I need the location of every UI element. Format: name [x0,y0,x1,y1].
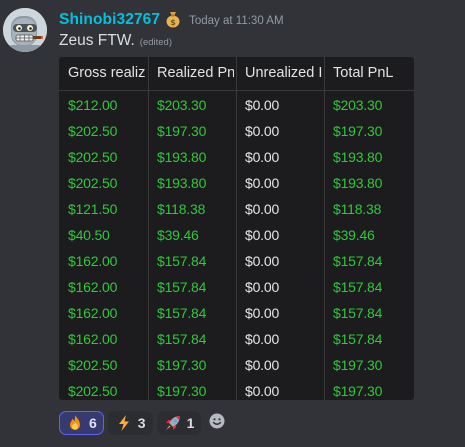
reaction-rocket[interactable]: 1 [156,411,202,435]
table-cell: $0.00 [245,305,280,321]
table-cell: $212.00 [68,97,118,113]
table-cell: $193.80 [157,149,207,165]
column-header: Gross realized [68,65,146,81]
lightning-icon [115,414,133,432]
table-cell: $197.30 [157,357,207,373]
table-cell: $0.00 [245,357,280,373]
timestamp: Today at 11:30 AM [189,15,284,27]
smiley-add-icon [208,412,226,434]
column-divider [236,57,237,400]
table-cell: $0.00 [245,279,280,295]
table-cell: $157.84 [157,331,207,347]
table-cell: $157.84 [157,253,207,269]
table-cell: $193.80 [333,149,383,165]
table-cell: $162.00 [68,331,118,347]
table-cell: $0.00 [245,253,280,269]
reaction-fire[interactable]: 6 [59,411,104,435]
table-cell: $157.84 [333,279,383,295]
reaction-count: 3 [137,415,146,431]
table-cell: $0.00 [245,149,280,165]
rocket-icon [164,414,182,432]
image-attachment[interactable]: Gross realized Realized Pn Unrealized I Tot… [59,57,414,400]
chat-message: Shinobi32767 $ Today at 11:30 AM Zeus FT… [0,0,465,447]
header-divider [59,90,414,91]
table-cell: $202.50 [68,357,118,373]
table-cell: $39.46 [333,227,375,243]
table-cell: $202.50 [68,175,118,191]
reactions-bar: 6 3 1 [59,411,229,435]
table-cell: $162.00 [68,305,118,321]
table-cell: $197.30 [157,383,207,399]
edited-label: (edited) [139,37,173,48]
table-cell: $193.80 [157,175,207,191]
table-cell: $0.00 [245,201,280,217]
avatar[interactable] [3,8,47,52]
table-cell: $157.84 [157,305,207,321]
message-text: Zeus FTW. [59,32,135,49]
table-cell: $197.30 [157,123,207,139]
table-cell: $121.50 [68,201,118,217]
table-cell: $157.84 [157,279,207,295]
column-divider [148,57,149,400]
table-cell: $0.00 [245,175,280,191]
table-cell: $193.80 [333,175,383,191]
table-cell: $202.50 [68,149,118,165]
reaction-lightning[interactable]: 3 [107,411,153,435]
fire-icon [66,414,84,432]
reaction-count: 1 [186,415,195,431]
table-cell: $157.84 [333,253,383,269]
column-header: Realized Pn [157,65,234,81]
svg-text:$: $ [170,18,176,27]
table-cell: $197.30 [333,383,383,399]
column-header: Total PnL [333,65,394,81]
table-cell: $40.50 [68,227,110,243]
message-content: Zeus FTW. (edited) [59,32,172,50]
column-header: Unrealized I [245,65,322,81]
table-cell: $203.30 [157,97,207,113]
username[interactable]: Shinobi32767 [59,11,160,29]
table-cell: $118.38 [157,201,206,217]
table-cell: $39.46 [157,227,199,243]
table-cell: $0.00 [245,331,280,347]
table-cell: $162.00 [68,253,118,269]
table-cell: $157.84 [333,331,383,347]
table-cell: $0.00 [245,383,280,399]
money-bag-icon: $ [163,9,183,29]
table-cell: $203.30 [333,97,383,113]
table-cell: $118.38 [333,201,382,217]
table-cell: $162.00 [68,279,118,295]
table-cell: $197.30 [333,357,383,373]
table-cell: $0.00 [245,123,280,139]
message-header: Shinobi32767 $ Today at 11:30 AM [59,9,284,31]
add-reaction-button[interactable] [205,411,229,435]
table-cell: $197.30 [333,123,383,139]
table-cell: $202.50 [68,383,118,399]
table-cell: $157.84 [333,305,383,321]
column-divider [324,57,325,400]
table-cell: $202.50 [68,123,118,139]
table-cell: $0.00 [245,97,280,113]
reaction-count: 6 [89,415,97,431]
table-cell: $0.00 [245,227,280,243]
